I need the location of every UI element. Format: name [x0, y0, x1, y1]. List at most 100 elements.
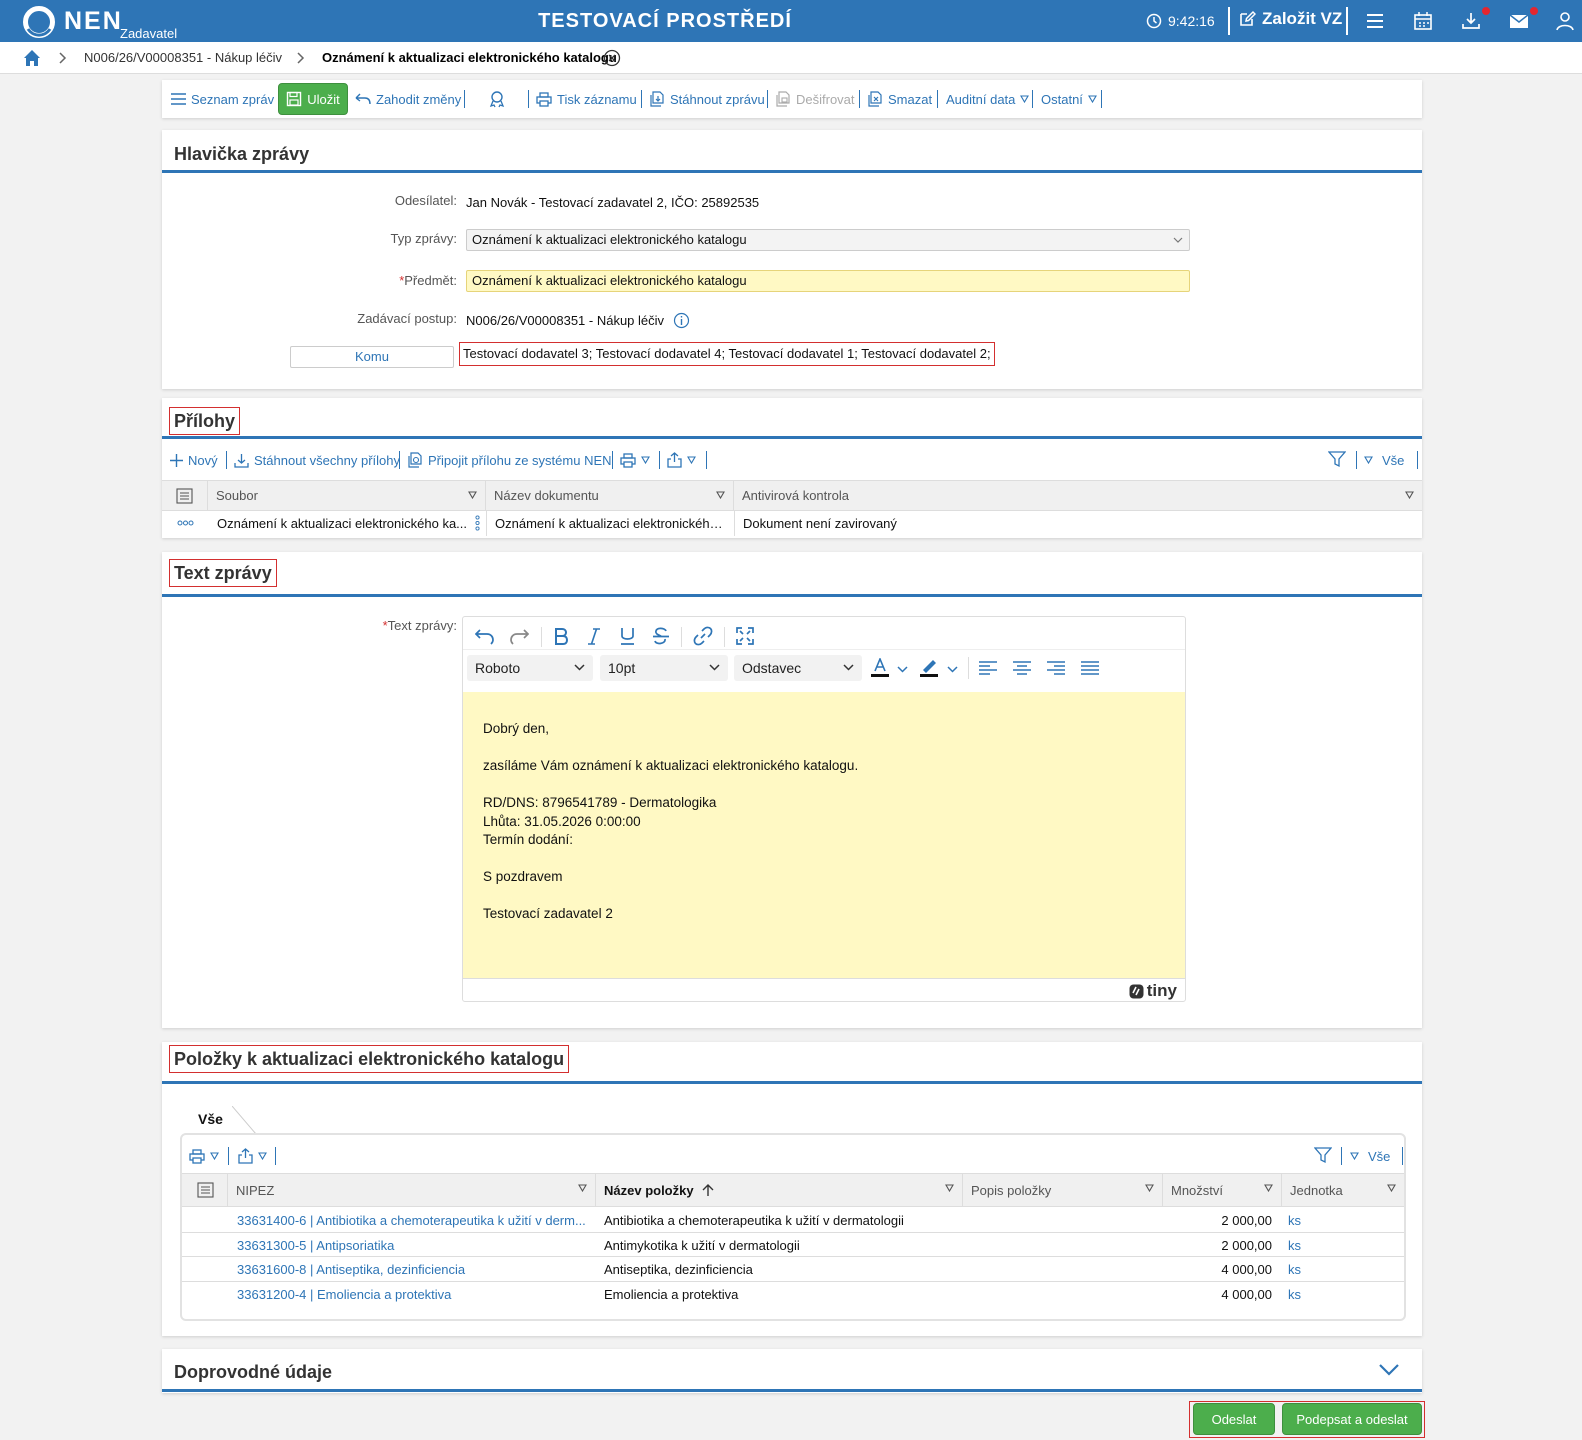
- recipients-value: Testovací dodavatel 3; Testovací dodavat…: [459, 342, 995, 366]
- row-menu-icon[interactable]: [177, 520, 194, 526]
- items-export-dropdown[interactable]: [238, 1146, 267, 1166]
- underline-icon[interactable]: [620, 627, 635, 646]
- sort-ascending-icon[interactable]: [702, 1184, 714, 1197]
- chevron-down-icon[interactable]: [897, 666, 908, 673]
- delete-button[interactable]: Smazat: [867, 89, 932, 109]
- nipez-link[interactable]: 33631400-6 | Antibiotika a chemoterapeut…: [237, 1213, 587, 1228]
- column-header-unit[interactable]: Jednotka: [1282, 1174, 1404, 1206]
- send-button[interactable]: Odeslat: [1193, 1403, 1275, 1435]
- filter-all-dropdown[interactable]: Vše: [1364, 450, 1404, 470]
- column-header-file[interactable]: Soubor: [208, 481, 486, 510]
- mail-icon[interactable]: [1508, 10, 1530, 32]
- menu-icon[interactable]: [1364, 10, 1386, 32]
- print-record-button[interactable]: Tisk záznamu: [536, 89, 637, 109]
- strikethrough-icon[interactable]: [652, 627, 670, 646]
- item-name: Antimykotika k užití v dermatologii: [604, 1238, 800, 1253]
- delete-doc-icon: [868, 91, 882, 107]
- column-header-label: Popis položky: [971, 1183, 1052, 1198]
- nipez-link[interactable]: 33631600-8 | Antiseptika, dezinficiencia: [237, 1262, 587, 1277]
- save-button[interactable]: Uložit: [278, 83, 348, 115]
- download-icon[interactable]: [1460, 10, 1482, 32]
- export-dropdown[interactable]: [667, 450, 696, 470]
- column-filter-icon[interactable]: [1387, 1184, 1396, 1192]
- nipez-link[interactable]: 33631200-4 | Emoliencia a protektiva: [237, 1287, 587, 1302]
- chevron-down-icon[interactable]: [947, 666, 958, 673]
- items-filter-all-dropdown[interactable]: Vše: [1350, 1146, 1390, 1166]
- badge-icon[interactable]: [488, 90, 506, 108]
- audit-data-dropdown[interactable]: Auditní data: [946, 89, 1030, 109]
- column-header-doc-name[interactable]: Název dokumentu: [486, 481, 734, 510]
- close-tab-icon[interactable]: [603, 49, 621, 67]
- discard-changes-button[interactable]: Zahodit změny: [355, 89, 461, 109]
- column-header-item-name[interactable]: Název položky: [596, 1174, 963, 1206]
- nipez-link[interactable]: 33631300-5 | Antipsoriatika: [237, 1238, 587, 1253]
- accompanying-data-panel[interactable]: Doprovodné údaje: [162, 1349, 1422, 1393]
- attachment-file[interactable]: Oznámení k aktualizaci elektronického ka…: [217, 516, 467, 531]
- user-icon[interactable]: [1554, 10, 1576, 32]
- column-header-item-desc[interactable]: Popis položky: [963, 1174, 1163, 1206]
- other-dropdown[interactable]: Ostatní: [1041, 89, 1097, 109]
- column-filter-icon[interactable]: [945, 1184, 954, 1192]
- create-vz-button[interactable]: Založit VZ: [1238, 9, 1342, 29]
- message-list-button[interactable]: Seznam zpráv: [171, 89, 274, 109]
- tiny-brand[interactable]: tiny: [1129, 981, 1177, 1001]
- column-header-nipez[interactable]: NIPEZ: [228, 1174, 596, 1206]
- item-unit[interactable]: ks: [1288, 1238, 1338, 1253]
- redo-icon[interactable]: [509, 627, 529, 645]
- column-filter-icon[interactable]: [1264, 1184, 1273, 1192]
- items-print-dropdown[interactable]: [189, 1146, 219, 1166]
- audit-label: Auditní data: [946, 91, 1016, 107]
- align-justify-icon[interactable]: [1081, 661, 1099, 676]
- kebab-menu-icon[interactable]: [475, 515, 480, 531]
- link-icon[interactable]: [693, 626, 713, 646]
- item-unit[interactable]: ks: [1288, 1287, 1338, 1302]
- filter-icon[interactable]: [1314, 1147, 1332, 1164]
- item-unit[interactable]: ks: [1288, 1213, 1338, 1228]
- font-family-select[interactable]: Roboto: [467, 655, 593, 681]
- align-left-icon[interactable]: [979, 661, 997, 676]
- align-right-icon[interactable]: [1047, 661, 1065, 676]
- print-dropdown[interactable]: [620, 450, 650, 470]
- bold-icon[interactable]: [553, 628, 569, 645]
- recipients-button[interactable]: Komu: [290, 346, 454, 368]
- download-message-button[interactable]: Stáhnout zprávu: [649, 89, 765, 109]
- text-color-icon[interactable]: [870, 658, 890, 678]
- column-filter-icon[interactable]: [468, 491, 477, 499]
- dropdown-triangle-icon: [687, 456, 696, 464]
- home-icon[interactable]: [22, 48, 42, 68]
- editor-content[interactable]: Dobrý den, zasíláme Vám oznámení k aktua…: [463, 692, 1185, 978]
- item-unit[interactable]: ks: [1288, 1262, 1338, 1277]
- align-center-icon[interactable]: [1013, 661, 1031, 676]
- download-all-attachments-button[interactable]: Stáhnout všechny přílohy: [234, 450, 400, 470]
- column-header-quantity[interactable]: Množství: [1163, 1174, 1282, 1206]
- filter-icon[interactable]: [1328, 451, 1346, 468]
- column-settings-button[interactable]: [182, 1174, 228, 1206]
- column-header-antivirus[interactable]: Antivirová kontrola: [734, 481, 1422, 510]
- divider: [641, 90, 642, 108]
- block-format-select[interactable]: Odstavec: [734, 655, 862, 681]
- info-icon[interactable]: [673, 312, 690, 329]
- message-type-select[interactable]: Oznámení k aktualizaci elektronického ka…: [466, 229, 1190, 251]
- sign-and-send-button[interactable]: Podepsat a odeslat: [1282, 1403, 1422, 1435]
- expand-chevron-icon[interactable]: [1378, 1363, 1400, 1377]
- undo-icon[interactable]: [475, 627, 495, 645]
- subject-input[interactable]: Oznámení k aktualizaci elektronického ka…: [466, 270, 1190, 292]
- italic-icon[interactable]: [587, 628, 601, 645]
- column-settings-button[interactable]: [162, 481, 208, 510]
- column-filter-icon[interactable]: [716, 491, 725, 499]
- column-filter-icon[interactable]: [1145, 1184, 1154, 1192]
- column-filter-icon[interactable]: [1405, 491, 1414, 499]
- attach-from-system-button[interactable]: Připojit přílohu ze systému NEN: [407, 450, 612, 470]
- breadcrumb-procedure[interactable]: N006/26/V00008351 - Nákup léčiv: [84, 50, 282, 66]
- nen-logo[interactable]: NEN Zadavatel: [22, 3, 192, 41]
- calendar-icon[interactable]: [1412, 10, 1434, 32]
- item-name: Emoliencia a protektiva: [604, 1287, 739, 1302]
- column-filter-icon[interactable]: [578, 1184, 587, 1192]
- font-size-select[interactable]: 10pt: [600, 655, 728, 681]
- dropdown-triangle-icon: [1350, 1152, 1359, 1160]
- divider: [734, 511, 735, 536]
- fullscreen-icon[interactable]: [736, 627, 754, 645]
- highlight-color-icon[interactable]: [919, 658, 939, 678]
- new-attachment-button[interactable]: Nový: [170, 450, 218, 470]
- decrypt-button[interactable]: Dešifrovat: [775, 89, 855, 109]
